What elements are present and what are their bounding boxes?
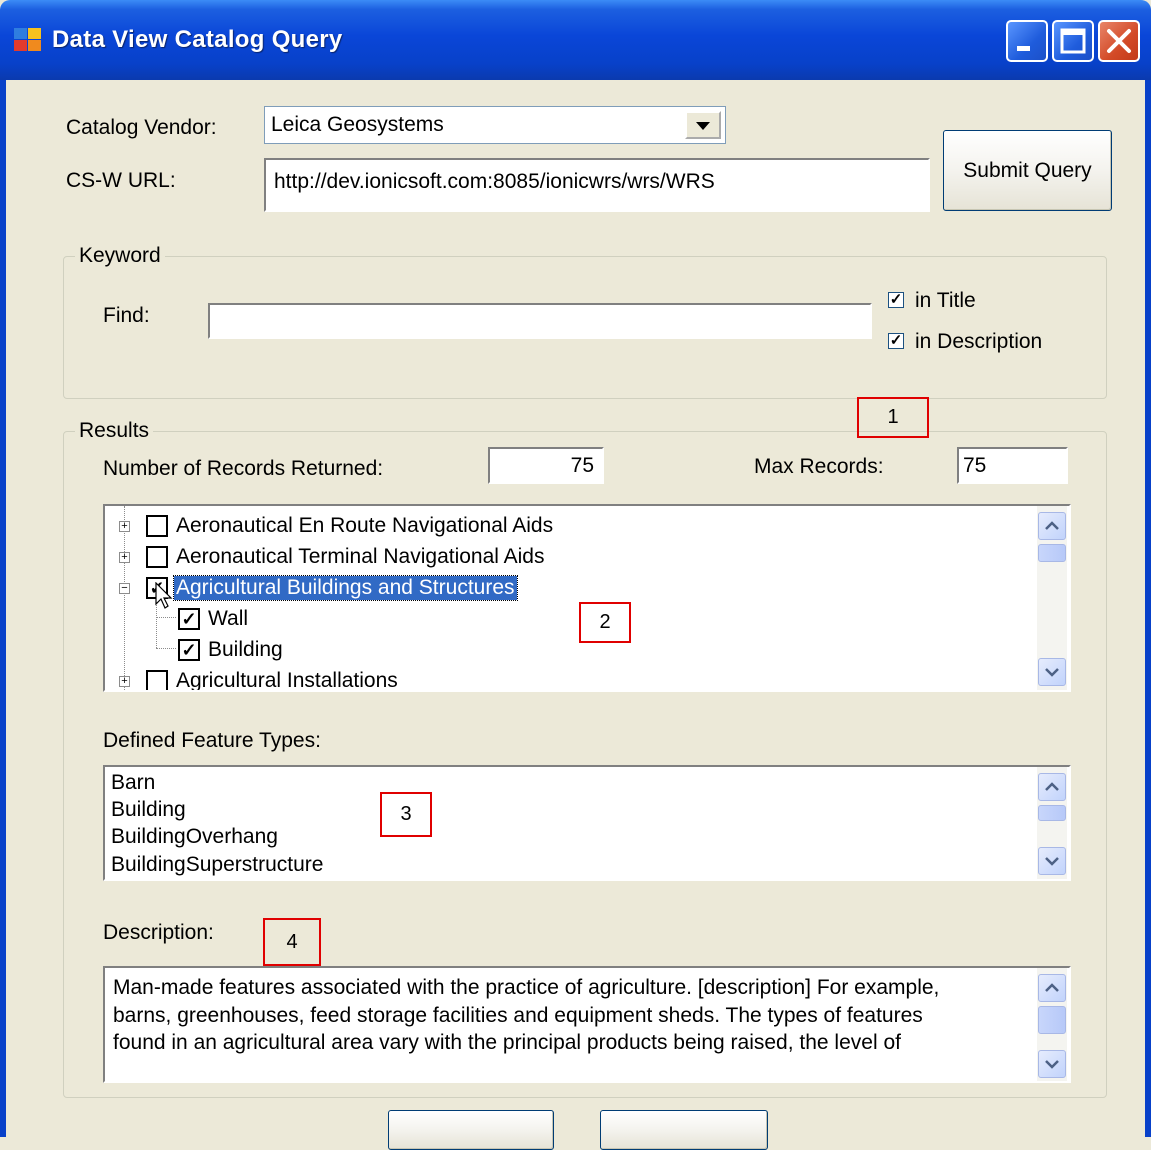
max-records-input[interactable]: 75 — [957, 447, 1068, 484]
tree-item[interactable]: + Agricultural Installations — [105, 667, 1035, 692]
scroll-thumb[interactable] — [1038, 805, 1066, 821]
maximize-icon — [1060, 28, 1086, 54]
in-description-label: in Description — [915, 330, 1043, 353]
records-returned-label: Number of Records Returned: — [103, 457, 384, 480]
catalog-vendor-dropdown[interactable] — [685, 111, 721, 139]
bottom-button-right[interactable] — [600, 1110, 768, 1150]
annotation-1: 1 — [857, 397, 929, 438]
minimize-button[interactable] — [1006, 20, 1048, 62]
results-tree[interactable]: + Aeronautical En Route Navigational Aid… — [103, 504, 1071, 692]
max-records-label: Max Records: — [754, 455, 884, 478]
tree-scrollbar[interactable] — [1037, 506, 1067, 690]
list-item[interactable]: Barn — [111, 771, 155, 795]
feature-types-list[interactable]: Barn Building BuildingOverhang BuildingS… — [103, 765, 1071, 881]
max-records-value: 75 — [963, 454, 987, 477]
csw-url-field[interactable]: http://dev.ionicsoft.com:8085/ionicwrs/w… — [264, 158, 930, 212]
tree-item-label: Agricultural Installations — [176, 669, 398, 692]
tree-checkbox[interactable]: ✓ — [178, 639, 200, 661]
scroll-down-button[interactable] — [1038, 1050, 1066, 1078]
minimize-icon — [1017, 46, 1030, 51]
expand-icon[interactable]: + — [119, 521, 130, 532]
chevron-down-icon — [1045, 857, 1059, 866]
catalog-vendor-select[interactable]: Leica Geosystems — [264, 106, 726, 144]
description-label: Description: — [103, 921, 214, 944]
expand-icon[interactable]: + — [119, 552, 130, 563]
results-group-title: Results — [75, 419, 154, 443]
in-description-checkbox[interactable]: ✓ — [888, 333, 904, 349]
tree-checkbox[interactable] — [146, 515, 168, 537]
bottom-button-left[interactable] — [388, 1110, 554, 1150]
in-title-checkbox[interactable]: ✓ — [888, 292, 904, 308]
tree-item-label: Aeronautical En Route Navigational Aids — [176, 514, 554, 537]
tree-checkbox[interactable]: ✓ — [178, 608, 200, 630]
records-returned-value: 75 — [570, 454, 594, 477]
chevron-up-icon — [1045, 782, 1059, 791]
csw-url-value: http://dev.ionicsoft.com:8085/ionicwrs/w… — [274, 170, 715, 193]
description-line: found in an agricultural area vary with … — [113, 1031, 901, 1054]
submit-query-button[interactable]: Submit Query — [943, 130, 1112, 211]
catalog-vendor-value: Leica Geosystems — [271, 113, 444, 136]
tree-item-label: Building — [208, 638, 283, 661]
description-scrollbar[interactable] — [1037, 968, 1067, 1081]
scroll-down-button[interactable] — [1038, 658, 1066, 686]
catalog-vendor-label: Catalog Vendor: — [66, 116, 217, 139]
annotation-3: 3 — [380, 792, 432, 837]
tree-item-label: Agricultural Buildings and Structures — [173, 575, 518, 601]
feature-types-label: Defined Feature Types: — [103, 729, 321, 752]
keyword-group-title: Keyword — [75, 244, 165, 268]
list-item[interactable]: BuildingSuperstructure — [111, 853, 323, 877]
scroll-up-button[interactable] — [1038, 974, 1066, 1002]
scroll-down-button[interactable] — [1038, 847, 1066, 875]
chevron-up-icon — [1045, 983, 1059, 992]
collapse-icon[interactable]: − — [119, 583, 130, 594]
tree-item[interactable]: + Aeronautical Terminal Navigational Aid… — [105, 543, 1035, 573]
chevron-down-icon — [1045, 668, 1059, 677]
scroll-up-button[interactable] — [1038, 512, 1066, 540]
tree-item-selected[interactable]: − ✓ Agricultural Buildings and Structure… — [105, 574, 1035, 609]
list-item[interactable]: BuildingOverhang — [111, 825, 278, 849]
find-label: Find: — [103, 304, 150, 327]
maximize-button[interactable] — [1052, 20, 1094, 62]
annotation-4: 4 — [263, 918, 321, 966]
annotation-2: 2 — [579, 602, 631, 643]
tree-checkbox[interactable] — [146, 546, 168, 568]
chevron-down-icon — [1045, 1060, 1059, 1069]
in-title-label: in Title — [915, 289, 976, 312]
chevron-up-icon — [1045, 521, 1059, 530]
window-frame-right — [1145, 80, 1151, 1137]
csw-url-label: CS-W URL: — [66, 169, 176, 192]
list-item[interactable]: Building — [111, 798, 186, 822]
app-icon — [14, 28, 44, 54]
find-input[interactable] — [208, 303, 872, 339]
tree-item-label: Aeronautical Terminal Navigational Aids — [176, 545, 545, 568]
scroll-thumb[interactable] — [1038, 544, 1066, 562]
close-button[interactable] — [1098, 20, 1140, 62]
tree-item[interactable]: ✓ Wall — [105, 605, 1035, 635]
description-box[interactable]: Man-made features associated with the pr… — [103, 966, 1071, 1083]
description-line: barns, greenhouses, feed storage facilit… — [113, 1004, 923, 1027]
window-title: Data View Catalog Query — [52, 26, 343, 53]
tree-item-label: Wall — [208, 607, 249, 630]
records-returned-field: 75 — [488, 447, 604, 484]
tree-item[interactable]: + Aeronautical En Route Navigational Aid… — [105, 512, 1035, 542]
close-icon — [1107, 29, 1131, 53]
tree-checkbox[interactable] — [146, 670, 168, 690]
chevron-down-icon — [696, 122, 710, 130]
expand-icon[interactable]: + — [119, 676, 130, 687]
feature-types-scrollbar[interactable] — [1037, 767, 1067, 879]
scroll-up-button[interactable] — [1038, 773, 1066, 801]
scroll-thumb[interactable] — [1038, 1006, 1066, 1034]
window-frame-left — [0, 80, 6, 1137]
description-line: Man-made features associated with the pr… — [113, 976, 940, 999]
tree-item[interactable]: ✓ Building — [105, 636, 1035, 666]
